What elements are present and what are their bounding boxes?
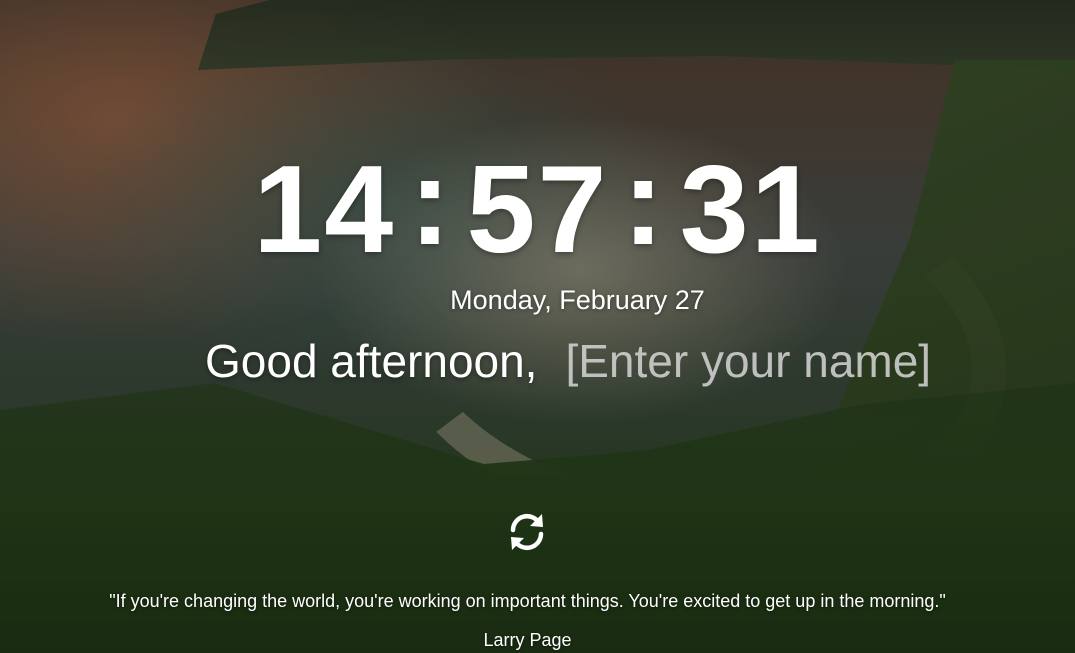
clock: 14:57:31 xyxy=(0,133,1075,280)
background-photo: 14:57:31 Monday, February 27 Good aftern… xyxy=(0,0,1075,653)
refresh-icon xyxy=(510,513,544,551)
date-label: Monday, February 27 xyxy=(450,285,705,315)
quote-text: "If you're changing the world, you're wo… xyxy=(109,591,946,611)
greeting-text: Good afternoon, xyxy=(205,335,538,387)
clock-separator: : xyxy=(409,133,453,271)
greeting: Good afternoon, xyxy=(205,333,966,389)
clock-hours: 14 xyxy=(253,141,396,279)
refresh-quote-button[interactable] xyxy=(503,508,551,556)
clock-separator: : xyxy=(622,133,666,271)
clock-minutes: 57 xyxy=(466,141,609,279)
clock-seconds: 31 xyxy=(679,141,822,279)
name-input[interactable] xyxy=(565,334,966,388)
quote-author: Larry Page xyxy=(483,630,572,650)
